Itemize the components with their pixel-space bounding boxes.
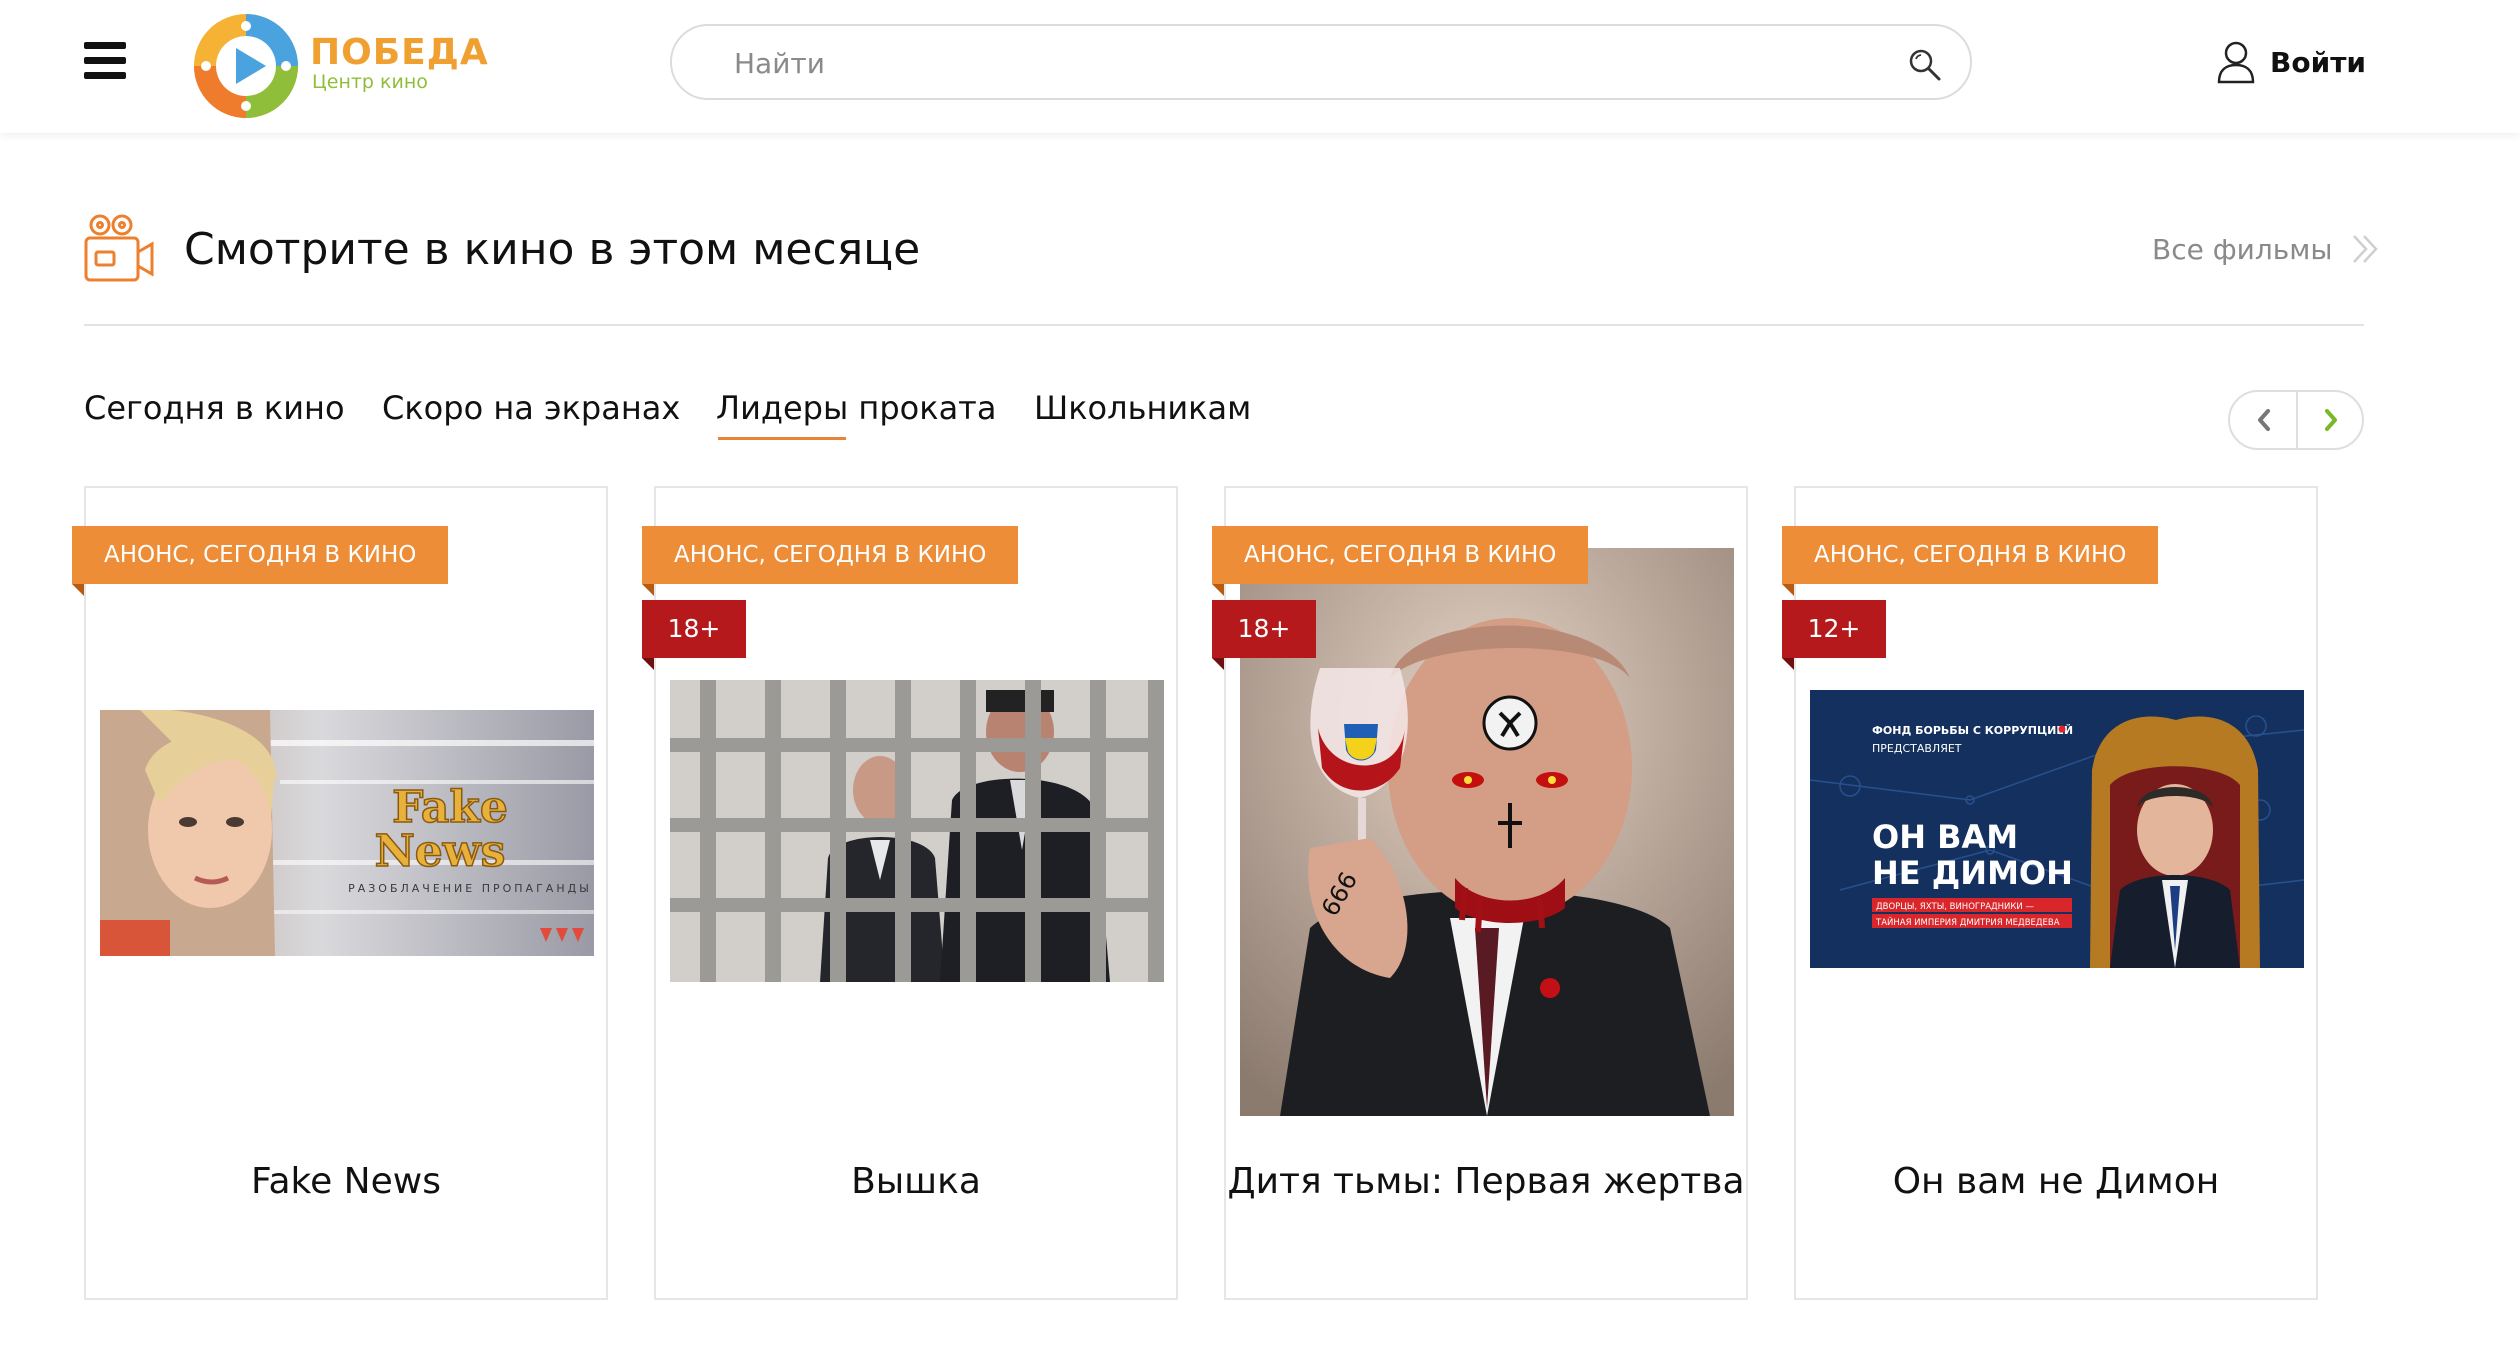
poster-on-vam-ne-dimon: ФОНД БОРЬБЫ С КОРРУПЦИЕЙ ПРЕДСТАВЛЯЕТ ОН… — [1810, 690, 2304, 968]
double-chevron-right-icon — [2352, 235, 2378, 263]
logo-name: ПОБЕДА — [310, 32, 489, 73]
film-reel-logo-icon — [194, 14, 298, 118]
svg-text:НЕ ДИМОН: НЕ ДИМОН — [1872, 854, 2073, 892]
active-tab-indicator — [718, 437, 846, 440]
age-rating-badge: 18+ — [642, 600, 746, 670]
movie-poster[interactable]: Fake News РАЗОБЛАЧЕНИЕ ПРОПАГАНДЫ — [100, 710, 594, 956]
movie-title[interactable]: Он вам не Димон — [1796, 1158, 2316, 1206]
logo-subtitle: Центр кино — [312, 71, 428, 93]
movie-camera-icon — [84, 214, 154, 282]
announce-tag: АНОНС, СЕГОДНЯ В КИНО — [72, 526, 449, 596]
search-bar — [670, 24, 1972, 100]
movie-card[interactable]: АНОНС, СЕГОДНЯ В КИНО Fake News РАЗОБЛАЧ — [72, 486, 608, 1300]
carousel-prev-button[interactable] — [2230, 392, 2296, 448]
chevron-right-icon — [2325, 409, 2337, 431]
search-icon[interactable] — [1906, 46, 1944, 84]
all-films-label: Все фильмы — [2152, 232, 2333, 266]
movie-poster[interactable]: ФОНД БОРЬБЫ С КОРРУПЦИЕЙ ПРЕДСТАВЛЯЕТ ОН… — [1810, 690, 2304, 968]
user-icon — [2217, 41, 2255, 84]
movie-card[interactable]: 666 АНОНС, СЕГОДНЯ В КИНО 18+ Дитя тьмы:… — [1212, 486, 1748, 1300]
tab-today[interactable]: Сегодня в кино — [84, 386, 345, 430]
svg-text:ФОНД БОРЬБЫ С КОРРУПЦИЕЙ: ФОНД БОРЬБЫ С КОРРУПЦИЕЙ — [1872, 724, 2073, 737]
tab-schoolchildren[interactable]: Школьникам — [1034, 386, 1251, 430]
login-button[interactable]: Войти — [2216, 36, 2366, 88]
login-label: Войти — [2270, 45, 2367, 79]
logo-text: ПОБЕДА Центр кино — [310, 32, 489, 93]
tab-coming-soon[interactable]: Скоро на экранах — [382, 386, 680, 430]
movie-card[interactable]: АНОНС, СЕГОДНЯ В КИНО 12+ ФОНД БОРЬБЫ С … — [1782, 486, 2318, 1300]
movie-title[interactable]: Fake News — [86, 1158, 606, 1206]
carousel-nav — [2228, 390, 2364, 450]
age-rating-badge: 18+ — [1212, 600, 1316, 670]
site-header: ПОБЕДА Центр кино Войти — [0, 0, 2520, 133]
chevron-left-icon — [2258, 409, 2270, 431]
movie-title[interactable]: Вышка — [656, 1158, 1176, 1206]
movie-card[interactable]: АНОНС, СЕГОДНЯ В КИНО 18+ Вышка — [642, 486, 1178, 1300]
announce-tag: АНОНС, СЕГОДНЯ В КИНО — [1782, 526, 2159, 596]
movie-poster[interactable] — [670, 680, 1164, 982]
poster-fake-news: Fake News РАЗОБЛАЧЕНИЕ ПРОПАГАНДЫ — [100, 710, 594, 956]
site-logo[interactable]: ПОБЕДА Центр кино — [190, 10, 490, 122]
movie-title[interactable]: Дитя тьмы: Первая жертва — [1226, 1158, 1746, 1206]
section-title: Смотрите в кино в этом месяце — [184, 224, 921, 275]
menu-icon[interactable] — [84, 42, 126, 80]
announce-tag: АНОНС, СЕГОДНЯ В КИНО — [642, 526, 1019, 596]
svg-text:ТАЙНАЯ ИМПЕРИЯ ДМИТРИЯ МЕДВЕДЕ: ТАЙНАЯ ИМПЕРИЯ ДМИТРИЯ МЕДВЕДЕВА — [1875, 916, 2060, 928]
poster-vyshka — [670, 680, 1164, 982]
age-rating-badge: 12+ — [1782, 600, 1886, 670]
svg-text:ПРЕДСТАВЛЯЕТ: ПРЕДСТАВЛЯЕТ — [1872, 742, 1962, 755]
all-films-link[interactable]: Все фильмы — [2152, 232, 2383, 266]
section-divider — [84, 324, 2364, 326]
svg-text:ДВОРЦЫ, ЯХТЫ, ВИНОГРАДНИКИ —: ДВОРЦЫ, ЯХТЫ, ВИНОГРАДНИКИ — — [1876, 902, 2034, 912]
svg-text:РАЗОБЛАЧЕНИЕ ПРОПАГАНДЫ: РАЗОБЛАЧЕНИЕ ПРОПАГАНДЫ — [348, 882, 592, 895]
carousel-next-button[interactable] — [2298, 392, 2364, 448]
svg-text:News: News — [375, 826, 506, 877]
svg-text:ОН ВАМ: ОН ВАМ — [1872, 818, 2018, 856]
announce-tag: АНОНС, СЕГОДНЯ В КИНО — [1212, 526, 1589, 596]
search-input[interactable] — [732, 40, 1836, 86]
tab-box-office-leaders[interactable]: Лидеры проката — [716, 386, 996, 430]
